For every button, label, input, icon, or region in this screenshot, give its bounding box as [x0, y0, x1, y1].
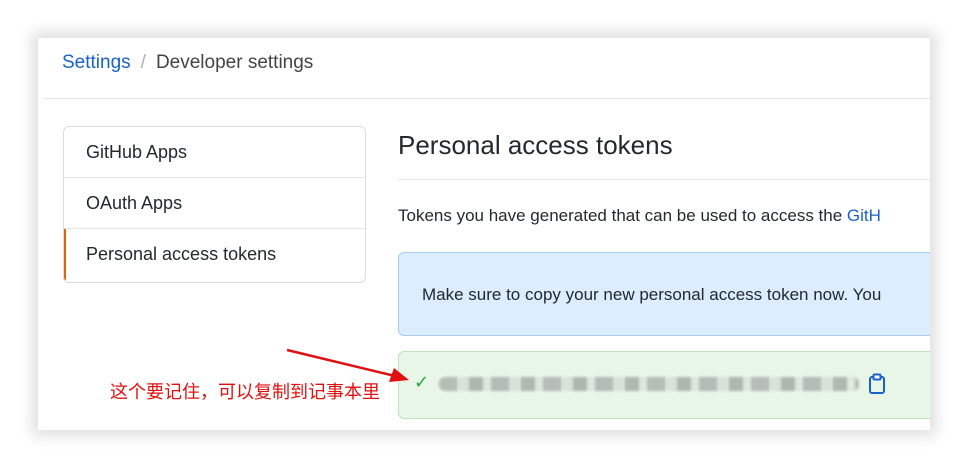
sidebar-item-label: OAuth Apps: [86, 193, 183, 213]
sidebar-item-label: Personal access tokens: [86, 244, 277, 264]
breadcrumb-separator: /: [140, 52, 146, 73]
title-divider: [398, 179, 930, 180]
breadcrumb-developer-settings: Developer settings: [155, 52, 314, 73]
check-icon: ✓: [414, 372, 430, 392]
sidebar-item-oauth-apps[interactable]: OAuth Apps: [64, 178, 365, 229]
header-divider: [43, 98, 930, 99]
description-text: Tokens you have generated that can be us…: [398, 206, 847, 225]
sidebar-item-label: GitHub Apps: [86, 142, 188, 162]
flash-message-text: Make sure to copy your new personal acce…: [422, 285, 882, 304]
breadcrumb-settings-link[interactable]: Settings: [62, 52, 131, 74]
copy-token-flash-message: Make sure to copy your new personal acce…: [398, 252, 930, 336]
sidebar-item-github-apps[interactable]: GitHub Apps: [64, 127, 365, 178]
clipboard-icon[interactable]: [867, 373, 887, 395]
tokens-description: Tokens you have generated that can be us…: [398, 206, 881, 226]
sidebar-item-personal-access-tokens[interactable]: Personal access tokens: [64, 229, 365, 280]
token-value-redacted[interactable]: [439, 377, 859, 391]
screenshot-frame: Settings / Developer settings GitHub App…: [38, 38, 930, 430]
github-api-link[interactable]: GitH: [847, 206, 881, 225]
page-title: Personal access tokens: [398, 130, 673, 160]
breadcrumb: Settings / Developer settings: [62, 52, 313, 74]
developer-settings-sidebar: GitHub Apps OAuth Apps Personal access t…: [63, 126, 366, 283]
annotation-note: 这个要记住，可以复制到记事本里: [110, 382, 380, 403]
new-token-box: ✓: [398, 351, 930, 419]
